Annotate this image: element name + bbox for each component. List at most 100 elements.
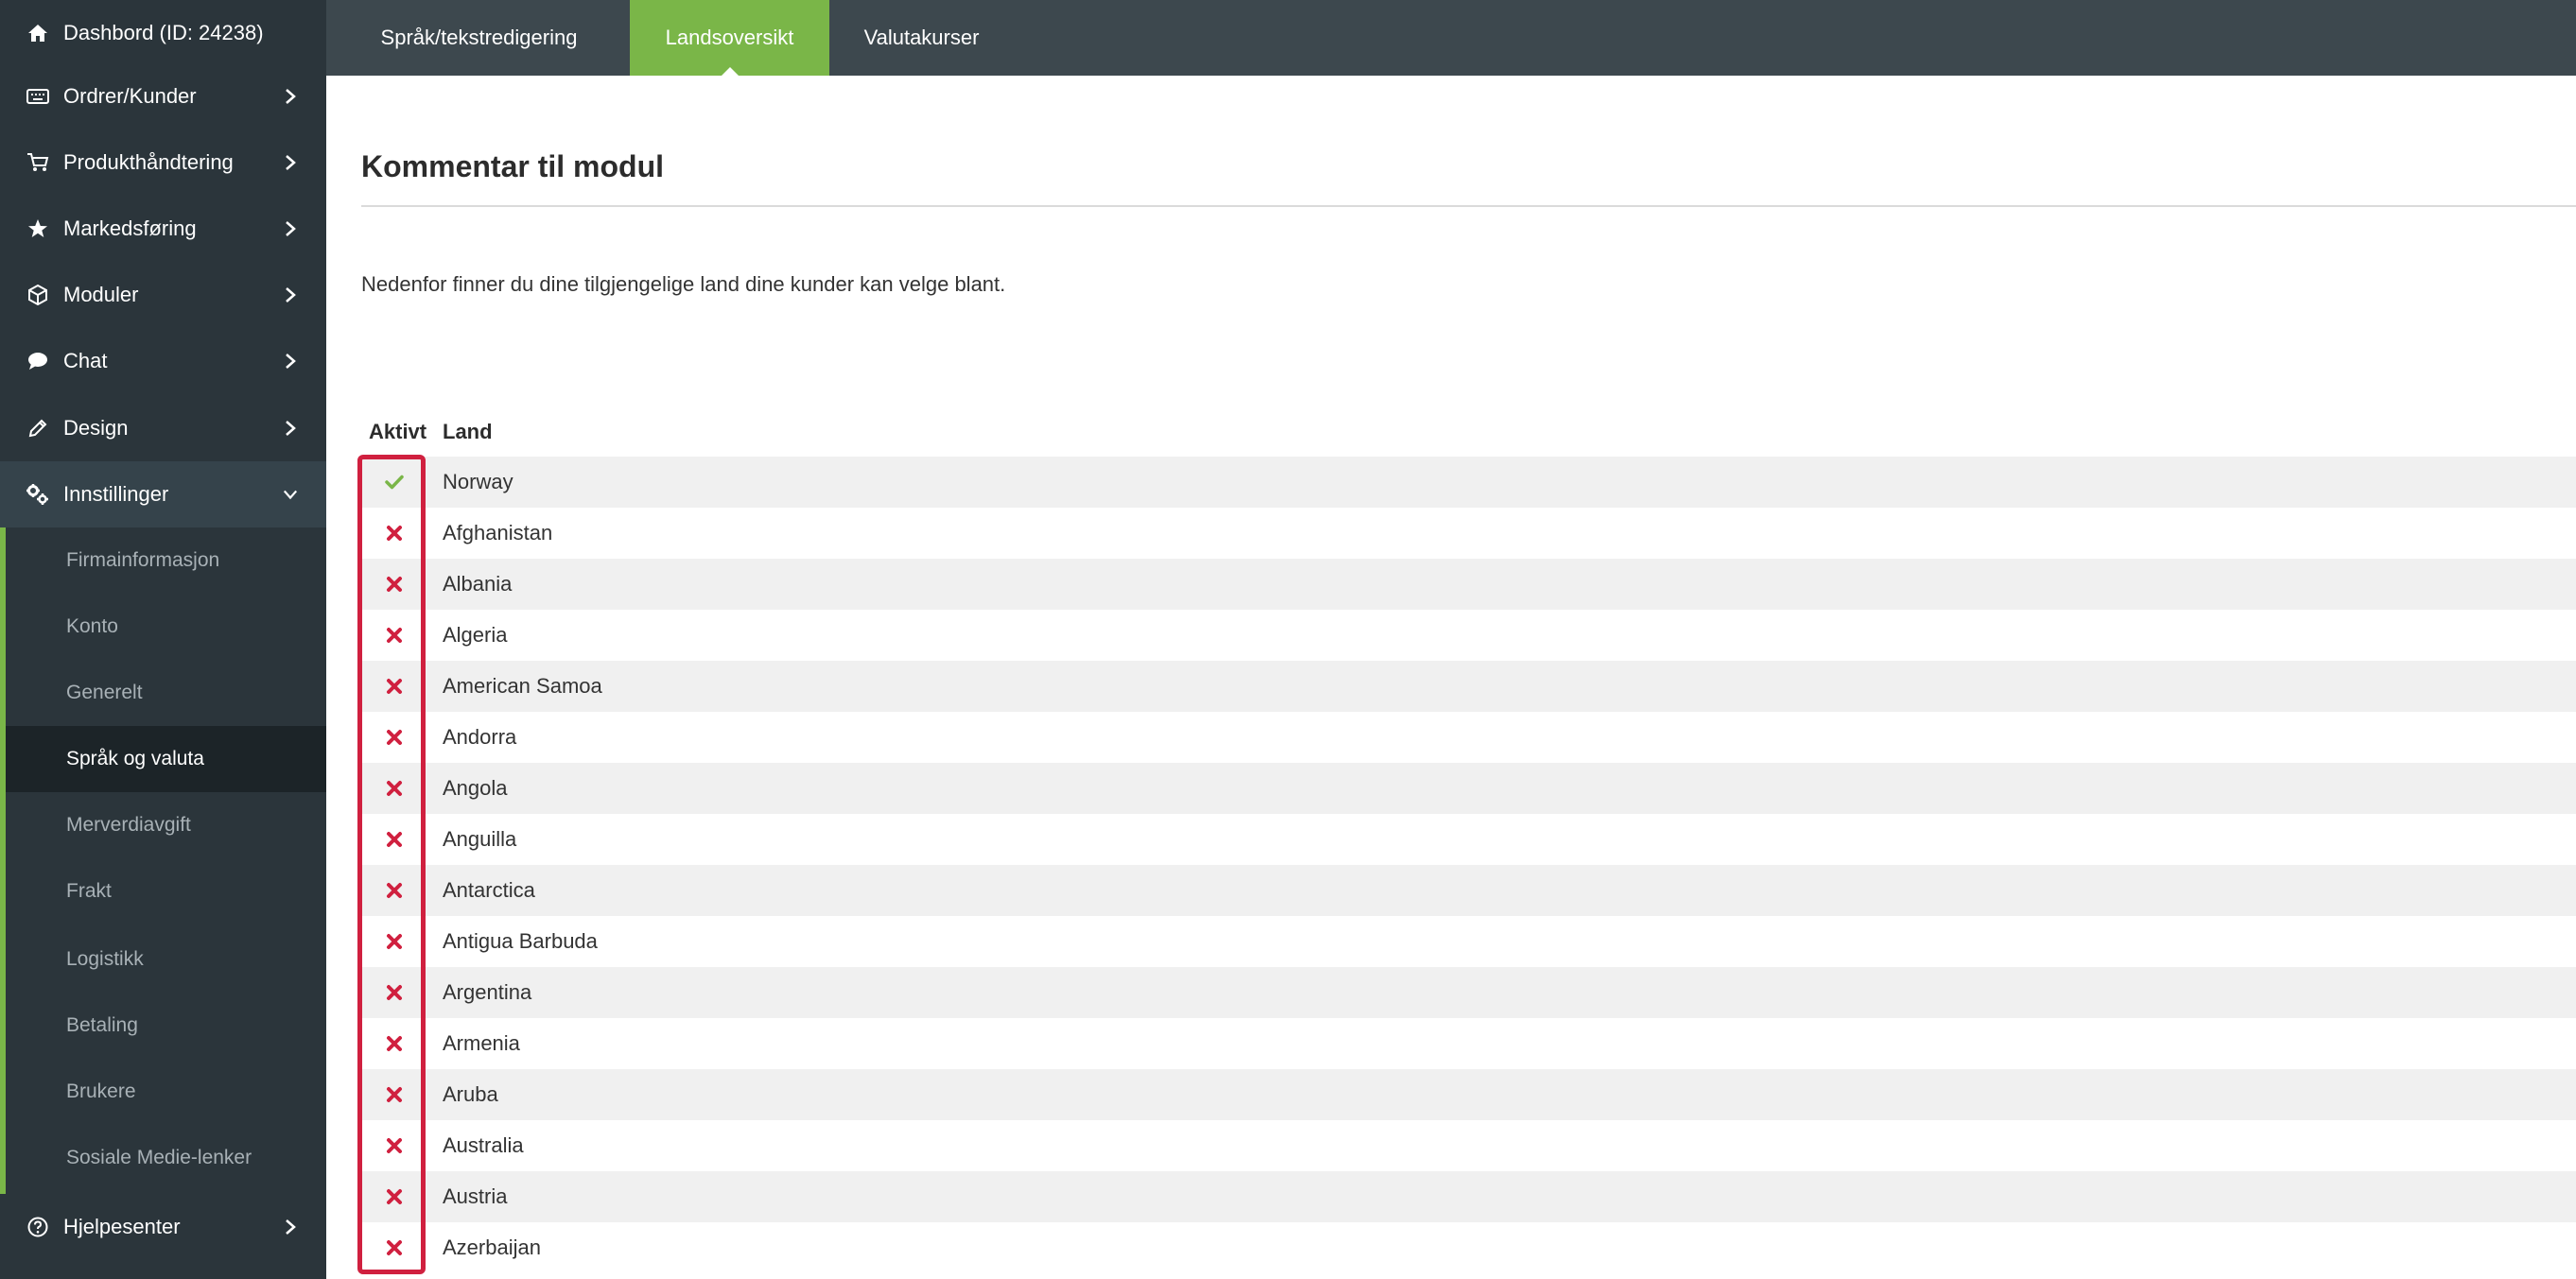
sidebar-item-label: Moduler [63, 283, 139, 306]
settings-submenu: Firmainformasjon Konto Generelt Språk og… [0, 527, 326, 1194]
tab-label: Språk/tekstredigering [380, 26, 578, 49]
tab-landsoversikt[interactable]: Landsoversikt [630, 0, 829, 76]
page-description: Nedenfor finner du dine tilgjengelige la… [361, 272, 1006, 296]
gears-icon [26, 482, 50, 507]
submenu-item-merverdiavgift[interactable]: Merverdiavgift [6, 792, 326, 858]
home-icon [26, 21, 50, 45]
table-row: Aruba [361, 1069, 2576, 1120]
submenu-item-frakt[interactable]: Frakt [6, 858, 326, 925]
table-row: Algeria [361, 610, 2576, 661]
submenu-item-sprak-og-valuta[interactable]: Språk og valuta [6, 726, 326, 792]
sidebar-item-innstillinger[interactable]: Innstillinger [0, 461, 326, 527]
table-row: Australia [361, 1120, 2576, 1171]
cross-icon[interactable] [361, 1018, 427, 1069]
cross-icon[interactable] [361, 916, 427, 967]
submenu-item-konto[interactable]: Konto [6, 594, 326, 660]
chat-bubble-icon [26, 349, 50, 373]
chevron-right-icon [283, 354, 298, 369]
chevron-right-icon [283, 155, 298, 170]
sidebar-item-label: Dashbord (ID: 24238) [63, 21, 264, 44]
submenu-item-betaling[interactable]: Betaling [6, 993, 326, 1059]
cross-icon[interactable] [361, 865, 427, 916]
country-name: Aruba [443, 1082, 498, 1106]
sidebar-item-label: Innstillinger [63, 482, 169, 506]
column-header-aktivt: Aktivt [369, 420, 427, 443]
table-row: Armenia [361, 1018, 2576, 1069]
sidebar-item-label: Hjelpesenter [63, 1215, 181, 1238]
cross-icon[interactable] [361, 1171, 427, 1222]
sidebar-item-label: Chat [63, 349, 108, 372]
chevron-right-icon [283, 89, 298, 104]
sidebar-item-label: Markedsføring [63, 216, 197, 240]
sidebar-item-produkthandtering[interactable]: Produkthåndtering [0, 130, 326, 196]
table-row: Austria [361, 1171, 2576, 1222]
sidebar-item-chat[interactable]: Chat [0, 328, 326, 394]
cross-icon[interactable] [361, 814, 427, 865]
submenu-item-firmainformasjon[interactable]: Firmainformasjon [6, 527, 326, 594]
cart-icon [26, 150, 50, 175]
chevron-down-icon [283, 487, 298, 502]
pencil-icon [26, 416, 50, 441]
cross-icon[interactable] [361, 559, 427, 610]
table-row: Andorra [361, 712, 2576, 763]
table-row: Antigua Barbuda [361, 916, 2576, 967]
country-name: Armenia [443, 1031, 520, 1055]
page-title: Kommentar til modul [361, 149, 665, 183]
table-row: Anguilla [361, 814, 2576, 865]
sidebar-item-markedsforing[interactable]: Markedsføring [0, 196, 326, 262]
table-row: Angola [361, 763, 2576, 814]
table-row: Norway [361, 457, 2576, 508]
keyboard-icon [26, 84, 50, 109]
country-name: Albania [443, 572, 513, 596]
table-row: Albania [361, 559, 2576, 610]
cube-icon [26, 283, 50, 307]
sidebar: Dashbord (ID: 24238) Ordrer/Kunder Produ… [0, 0, 326, 1279]
country-name: Antigua Barbuda [443, 929, 598, 953]
chevron-right-icon [283, 287, 298, 302]
tab-sprak-tekstredigering[interactable]: Språk/tekstredigering [326, 0, 632, 76]
tab-bar: Språk/tekstredigering Landsoversikt Valu… [326, 0, 2576, 76]
cross-icon[interactable] [361, 1222, 427, 1273]
question-circle-icon [26, 1215, 50, 1239]
country-name: Antarctica [443, 878, 535, 902]
submenu-item-sosiale-medie-lenker[interactable]: Sosiale Medie-lenker [6, 1125, 326, 1191]
chevron-right-icon [283, 1219, 298, 1235]
active-tab-caret [721, 67, 739, 76]
table-row: Azerbaijan [361, 1222, 2576, 1273]
sidebar-item-design[interactable]: Design [0, 395, 326, 461]
divider [361, 205, 2576, 207]
country-name: Austria [443, 1184, 508, 1208]
country-name: Angola [443, 776, 508, 800]
country-name: Argentina [443, 980, 532, 1004]
table-row: Argentina [361, 967, 2576, 1018]
cross-icon[interactable] [361, 712, 427, 763]
sidebar-item-dashboard[interactable]: Dashbord (ID: 24238) [0, 0, 326, 66]
cross-icon[interactable] [361, 763, 427, 814]
cross-icon[interactable] [361, 610, 427, 661]
submenu-item-generelt[interactable]: Generelt [6, 660, 326, 726]
sidebar-item-label: Design [63, 416, 129, 440]
country-name: Andorra [443, 725, 517, 749]
star-icon [26, 216, 50, 241]
submenu-item-brukere[interactable]: Brukere [6, 1059, 326, 1125]
cross-icon[interactable] [361, 1120, 427, 1171]
country-name: American Samoa [443, 674, 602, 698]
table-row: Antarctica [361, 865, 2576, 916]
submenu-item-logistikk[interactable]: Logistikk [6, 926, 326, 993]
cross-icon[interactable] [361, 1069, 427, 1120]
country-name: Afghanistan [443, 521, 553, 544]
tab-label: Landsoversikt [665, 26, 794, 49]
country-name: Australia [443, 1133, 524, 1157]
country-name: Anguilla [443, 827, 517, 851]
sidebar-item-label: Produkthåndtering [63, 150, 234, 174]
sidebar-item-moduler[interactable]: Moduler [0, 262, 326, 328]
cross-icon[interactable] [361, 661, 427, 712]
table-row: Afghanistan [361, 508, 2576, 559]
sidebar-item-ordrer-kunder[interactable]: Ordrer/Kunder [0, 63, 326, 130]
country-name: Norway [443, 470, 513, 493]
check-icon[interactable] [361, 457, 427, 508]
cross-icon[interactable] [361, 967, 427, 1018]
tab-valutakurser[interactable]: Valutakurser [829, 0, 1014, 76]
cross-icon[interactable] [361, 508, 427, 559]
sidebar-item-hjelpesenter[interactable]: Hjelpesenter [0, 1194, 326, 1260]
